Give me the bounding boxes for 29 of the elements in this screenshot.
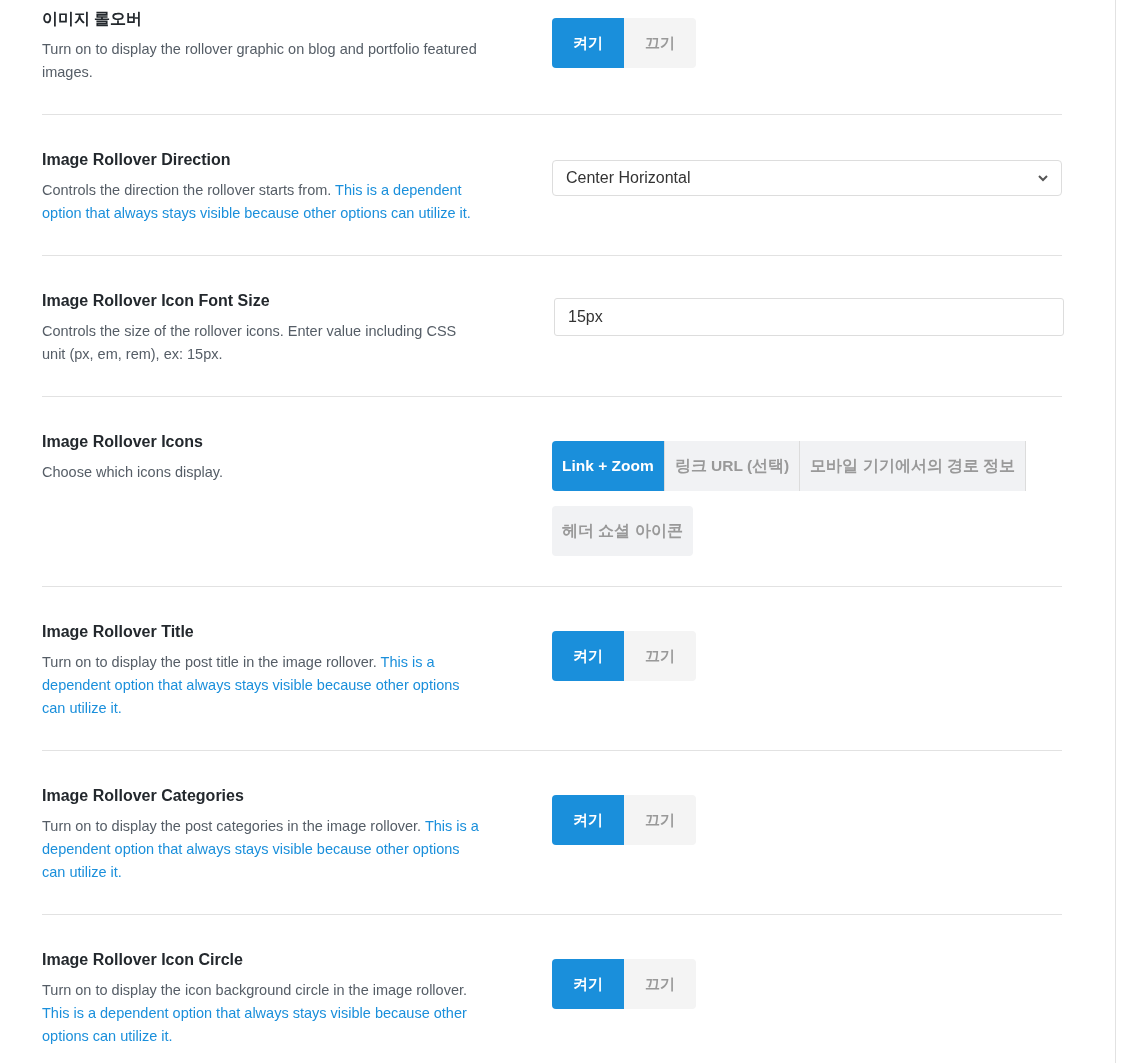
input-field[interactable]: 15px: [554, 298, 1064, 336]
option-description: Controls the direction the rollover starts from. This is a dependent option that always stays visible because other options can utilize it.: [42, 181, 472, 223]
option-title: Image Rollover Direction: [42, 150, 232, 170]
option-title: Image Rollover Icons: [42, 432, 204, 452]
chevron-down-icon: [1037, 174, 1049, 182]
option-title: Image Rollover Categories: [42, 786, 245, 806]
dropdown-select[interactable]: Center Horizontal: [552, 160, 1062, 196]
icon-option[interactable]: Link + Zoom: [552, 441, 665, 491]
toggle-option[interactable]: 켜기: [552, 18, 624, 68]
toggle-option[interactable]: 끄기: [624, 631, 696, 681]
option-description: Choose which icons display.: [42, 463, 225, 482]
icon-option[interactable]: 모바일 기기에서의 경로 정보: [800, 441, 1027, 491]
option-title: Image Rollover Title: [42, 622, 195, 642]
option-description: Turn on to display the post title in the image rollover. This is a dependent option that always stays visible because other options can utilize it.: [42, 653, 461, 718]
option-title: Image Rollover Icon Circle: [42, 950, 244, 970]
icon-option[interactable]: 링크 URL (선택): [664, 441, 801, 491]
toggle-option[interactable]: 켜기: [552, 631, 624, 681]
option-title: 이미지 롤오버: [42, 9, 144, 29]
toggle-option[interactable]: 끄기: [624, 18, 696, 68]
toggle-option[interactable]: 켜기: [552, 959, 624, 1009]
option-description: Controls the size of the rollover icons. Enter value including CSS unit (px, em, rem), ex: 15px.: [42, 322, 458, 364]
toggle-option[interactable]: 끄기: [624, 795, 696, 845]
option-description: Turn on to display the icon background circle in the image rollover. This is a dependent option that always stays visible because other options can utilize it.: [42, 981, 469, 1046]
toggle-option[interactable]: 끄기: [624, 959, 696, 1009]
option-title: Image Rollover Icon Font Size: [42, 291, 271, 311]
option-description: Turn on to display the post categories in the image rollover. This is a dependent option that always stays visible because other options can utilize it.: [42, 817, 480, 882]
icon-option[interactable]: 헤더 쇼셜 아이콘: [552, 506, 693, 556]
option-description: Turn on to display the rollover graphic on blog and portfolio featured images.: [42, 40, 478, 82]
toggle-option[interactable]: 켜기: [552, 795, 624, 845]
